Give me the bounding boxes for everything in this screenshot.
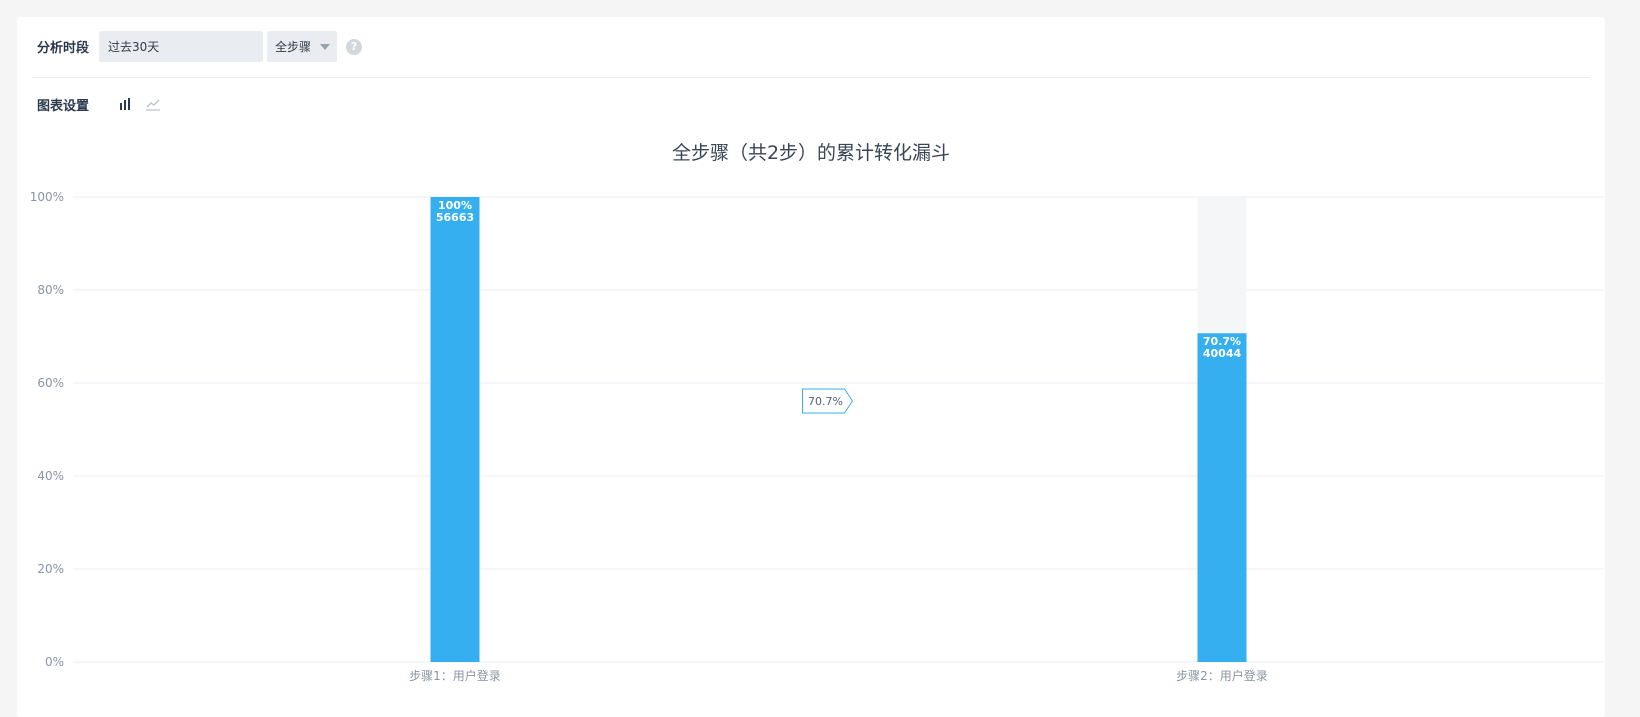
bar-count-label: 40044 [1203, 347, 1242, 360]
funnel-bar[interactable] [430, 197, 480, 662]
y-tick-label: 100% [30, 190, 64, 204]
conversion-rate-label: 70.7% [808, 395, 843, 408]
funnel-bar[interactable] [1197, 333, 1247, 662]
y-tick-label: 40% [37, 469, 64, 483]
y-tick-label: 60% [37, 376, 64, 390]
bar-count-label: 56663 [436, 211, 474, 224]
x-category-label: 步骤1：用户登录 [409, 668, 501, 683]
bar-background [1197, 197, 1247, 334]
y-tick-label: 80% [37, 283, 64, 297]
y-tick-label: 0% [45, 655, 64, 669]
funnel-chart: 0%20%40%60%80%100%100%56663步骤1：用户登录70.7%… [30, 190, 1604, 683]
x-category-label: 步骤2：用户登录 [1176, 668, 1268, 683]
y-tick-label: 20% [37, 562, 64, 576]
